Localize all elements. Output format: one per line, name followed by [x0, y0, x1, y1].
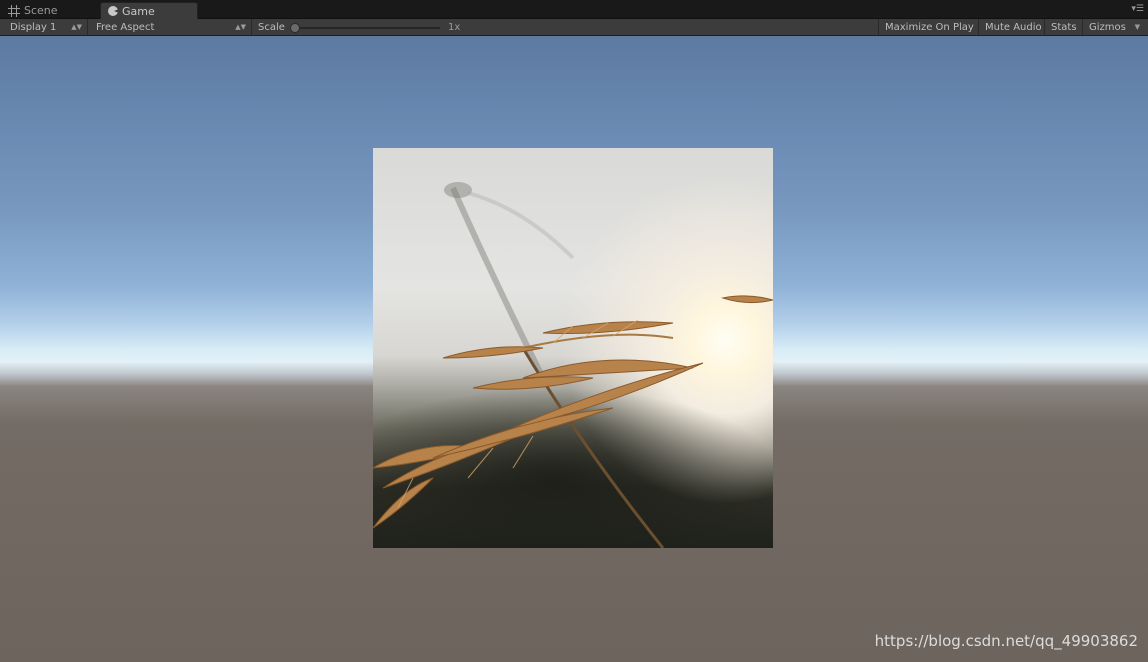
scale-slider-thumb[interactable]	[290, 23, 300, 33]
updown-arrows-icon: ▲▼	[71, 23, 82, 31]
gizmos-dropdown[interactable]: Gizmos ▼	[1083, 19, 1145, 35]
aspect-dropdown-label: Free Aspect	[96, 21, 155, 33]
game-toolbar: Display 1 ▲▼ Free Aspect ▲▼ Scale 1x Max…	[0, 19, 1148, 36]
display-dropdown[interactable]: Display 1 ▲▼	[4, 19, 88, 35]
aspect-dropdown[interactable]: Free Aspect ▲▼	[90, 19, 252, 35]
updown-arrows-icon: ▲▼	[235, 23, 246, 31]
stats-button[interactable]: Stats	[1045, 19, 1083, 35]
tab-game-label: Game	[122, 4, 155, 18]
grass-photo-graphic	[373, 182, 773, 548]
tab-game[interactable]: Game	[100, 2, 198, 19]
textured-quad-image	[373, 148, 773, 548]
maximize-on-play-button[interactable]: Maximize On Play	[878, 19, 979, 35]
tab-scene[interactable]: Scene	[1, 2, 96, 19]
dropdown-arrow-icon: ▼	[1134, 23, 1140, 31]
mute-audio-button[interactable]: Mute Audio	[979, 19, 1045, 35]
scale-value: 1x	[448, 21, 461, 33]
hash-icon	[8, 4, 20, 17]
display-dropdown-label: Display 1	[10, 21, 57, 33]
panel-menu-icon[interactable]: ▾☰	[1131, 5, 1144, 14]
tab-scene-label: Scene	[24, 4, 58, 17]
game-view[interactable]: https://blog.csdn.net/qq_49903862	[0, 36, 1148, 662]
pacman-icon	[108, 6, 119, 16]
scale-slider-track[interactable]	[296, 27, 440, 29]
tab-bar: Scene Game ▾☰	[0, 0, 1148, 19]
watermark-text: https://blog.csdn.net/qq_49903862	[874, 632, 1138, 650]
gizmos-label: Gizmos	[1089, 21, 1126, 33]
scale-label: Scale	[258, 21, 285, 33]
